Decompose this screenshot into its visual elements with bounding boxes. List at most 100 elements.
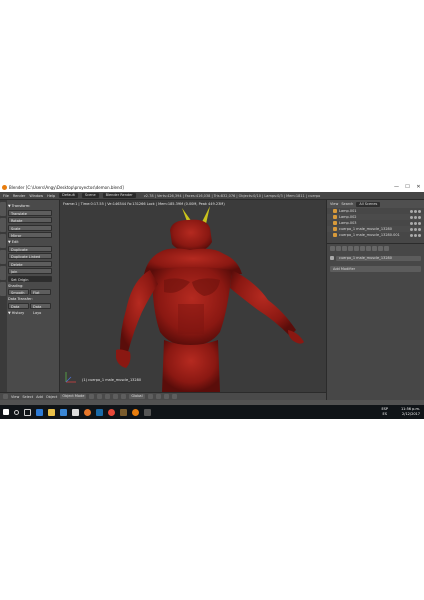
- taskbar-clock[interactable]: 11:56 p.m. 2/12/2017: [401, 407, 420, 416]
- 3d-viewport[interactable]: Frame:1 | Time:0:17.55 | Ve:146344 Fa:13…: [60, 200, 326, 392]
- viewport-header: View Select Add Object Object Mode Globa…: [0, 392, 326, 400]
- photoshop-icon[interactable]: [96, 408, 103, 416]
- editor-type-icon[interactable]: [3, 394, 8, 399]
- object-name-field[interactable]: cuerpo_1 male_muscle_13280: [336, 255, 421, 261]
- shading-icon[interactable]: [89, 394, 95, 399]
- rotate-icon[interactable]: [121, 394, 127, 399]
- world-tab-icon[interactable]: [348, 246, 353, 251]
- app-icon[interactable]: [120, 408, 127, 416]
- tool-tab[interactable]: [0, 202, 6, 216]
- texture-tab-icon[interactable]: [384, 246, 389, 251]
- add-modifier-dropdown[interactable]: Add Modifier: [330, 266, 421, 272]
- menu-view[interactable]: View: [11, 395, 19, 399]
- object-tab-icon[interactable]: [354, 246, 359, 251]
- tool-tab[interactable]: [0, 266, 6, 280]
- outliner: View Search All Scenes Lamp.001 Lamp.002…: [326, 200, 424, 243]
- duplicate-linked-button[interactable]: Duplicate Linked: [8, 253, 52, 259]
- constraints-tab-icon[interactable]: [360, 246, 365, 251]
- axis-gizmo: [65, 372, 76, 383]
- render-icon[interactable]: [171, 394, 177, 399]
- scene-tab-icon[interactable]: [342, 246, 347, 251]
- orientation-selector[interactable]: Global: [129, 394, 145, 399]
- language-indicator[interactable]: ESP ES: [381, 407, 388, 416]
- translate-button[interactable]: Translate: [8, 209, 52, 216]
- file-explorer-icon[interactable]: [48, 408, 55, 416]
- tool-tabs: [0, 200, 7, 392]
- scale-button[interactable]: Scale: [8, 224, 52, 231]
- legs: [162, 340, 220, 392]
- task-view-icon[interactable]: [24, 408, 31, 416]
- shading-section-title: Shading:: [8, 283, 24, 288]
- menu-render[interactable]: Render: [13, 194, 25, 198]
- window-title: Blender [C:\Users\Angy\Desktop\proyectos…: [9, 185, 124, 190]
- search-icon[interactable]: [14, 409, 19, 415]
- modifiers-tab-icon[interactable]: [366, 246, 371, 251]
- menu-window[interactable]: Window: [29, 194, 43, 198]
- taskbar: ESP ES 11:56 p.m. 2/12/2017: [0, 405, 424, 419]
- pivot-icon[interactable]: [97, 394, 103, 399]
- manipulator-icon[interactable]: [105, 394, 111, 399]
- layers-icon[interactable]: [155, 394, 161, 399]
- transform-section-title[interactable]: ▼ Transform:: [8, 204, 58, 208]
- head: [170, 219, 212, 252]
- menu-file[interactable]: File: [3, 194, 9, 198]
- outliner-item[interactable]: cuerpo_1 male_muscle_13280.001: [327, 232, 424, 238]
- menu-select[interactable]: Select: [22, 395, 33, 399]
- outliner-menu-search[interactable]: Search: [341, 202, 353, 206]
- windows-start-icon[interactable]: [3, 409, 9, 415]
- lamp-icon: [333, 215, 337, 219]
- snap-icon[interactable]: [163, 394, 169, 399]
- set-origin-button[interactable]: Set Origin: [8, 275, 52, 282]
- outliner-menu-view[interactable]: View: [330, 202, 338, 206]
- material-tab-icon[interactable]: [378, 246, 383, 251]
- tool-tab[interactable]: [0, 250, 6, 264]
- flat-button[interactable]: Flat: [30, 289, 51, 295]
- info-header: File Render Window Help Default Scene Bl…: [0, 192, 424, 200]
- mirror-button[interactable]: Mirror: [8, 232, 52, 238]
- right-hand: [288, 330, 304, 344]
- blender-taskbar-icon[interactable]: [132, 408, 139, 416]
- duplicate-button[interactable]: Duplicate: [8, 245, 52, 252]
- layers-icon[interactable]: [147, 394, 153, 399]
- translate-icon[interactable]: [113, 394, 119, 399]
- mesh-icon: [333, 227, 337, 231]
- properties-panel: cuerpo_1 male_muscle_13280 Add Modifier: [326, 243, 424, 400]
- data-button[interactable]: Data: [8, 302, 29, 309]
- rotate-button[interactable]: Rotate: [8, 217, 52, 223]
- menu-object[interactable]: Object: [46, 395, 57, 399]
- edit-section-title[interactable]: ▼ Edit: [8, 240, 58, 244]
- chrome-icon[interactable]: [108, 408, 115, 416]
- minimize-button[interactable]: —: [391, 183, 402, 192]
- data-transfer-title: Data Transfer:: [8, 297, 33, 301]
- menu-add[interactable]: Add: [36, 395, 43, 399]
- smooth-button[interactable]: Smooth: [8, 289, 29, 295]
- store-icon[interactable]: [60, 408, 67, 416]
- tool-tab[interactable]: [0, 282, 6, 296]
- render-engine-selector[interactable]: Blender Render: [102, 193, 136, 198]
- delete-button[interactable]: Delete: [8, 260, 52, 267]
- tool-tab[interactable]: [0, 234, 6, 248]
- layout-selector[interactable]: Default: [59, 193, 78, 198]
- join-button[interactable]: Join: [8, 268, 52, 274]
- mail-icon[interactable]: [72, 408, 79, 416]
- firefox-icon[interactable]: [84, 408, 91, 416]
- mesh-icon: [333, 233, 337, 237]
- tool-tab[interactable]: [0, 218, 6, 232]
- data-tab-icon[interactable]: [372, 246, 377, 251]
- edge-icon[interactable]: [36, 408, 43, 416]
- left-arm: [120, 270, 158, 352]
- outliner-filter[interactable]: All Scenes: [356, 201, 381, 207]
- mode-selector[interactable]: Object Mode: [60, 394, 87, 399]
- data-layout-button[interactable]: Data Layo: [30, 302, 51, 315]
- maximize-button[interactable]: ☐: [402, 183, 413, 192]
- menu-help[interactable]: Help: [47, 194, 55, 198]
- app-icon[interactable]: [144, 408, 151, 416]
- lamp-icon: [333, 221, 337, 225]
- layers-tab-icon[interactable]: [336, 246, 341, 251]
- render-tab-icon[interactable]: [330, 246, 335, 251]
- demon-model[interactable]: [60, 200, 326, 392]
- left-hand: [116, 349, 131, 368]
- right-arm: [230, 270, 296, 336]
- scene-selector[interactable]: Scene: [81, 193, 99, 198]
- close-button[interactable]: ✕: [413, 183, 424, 192]
